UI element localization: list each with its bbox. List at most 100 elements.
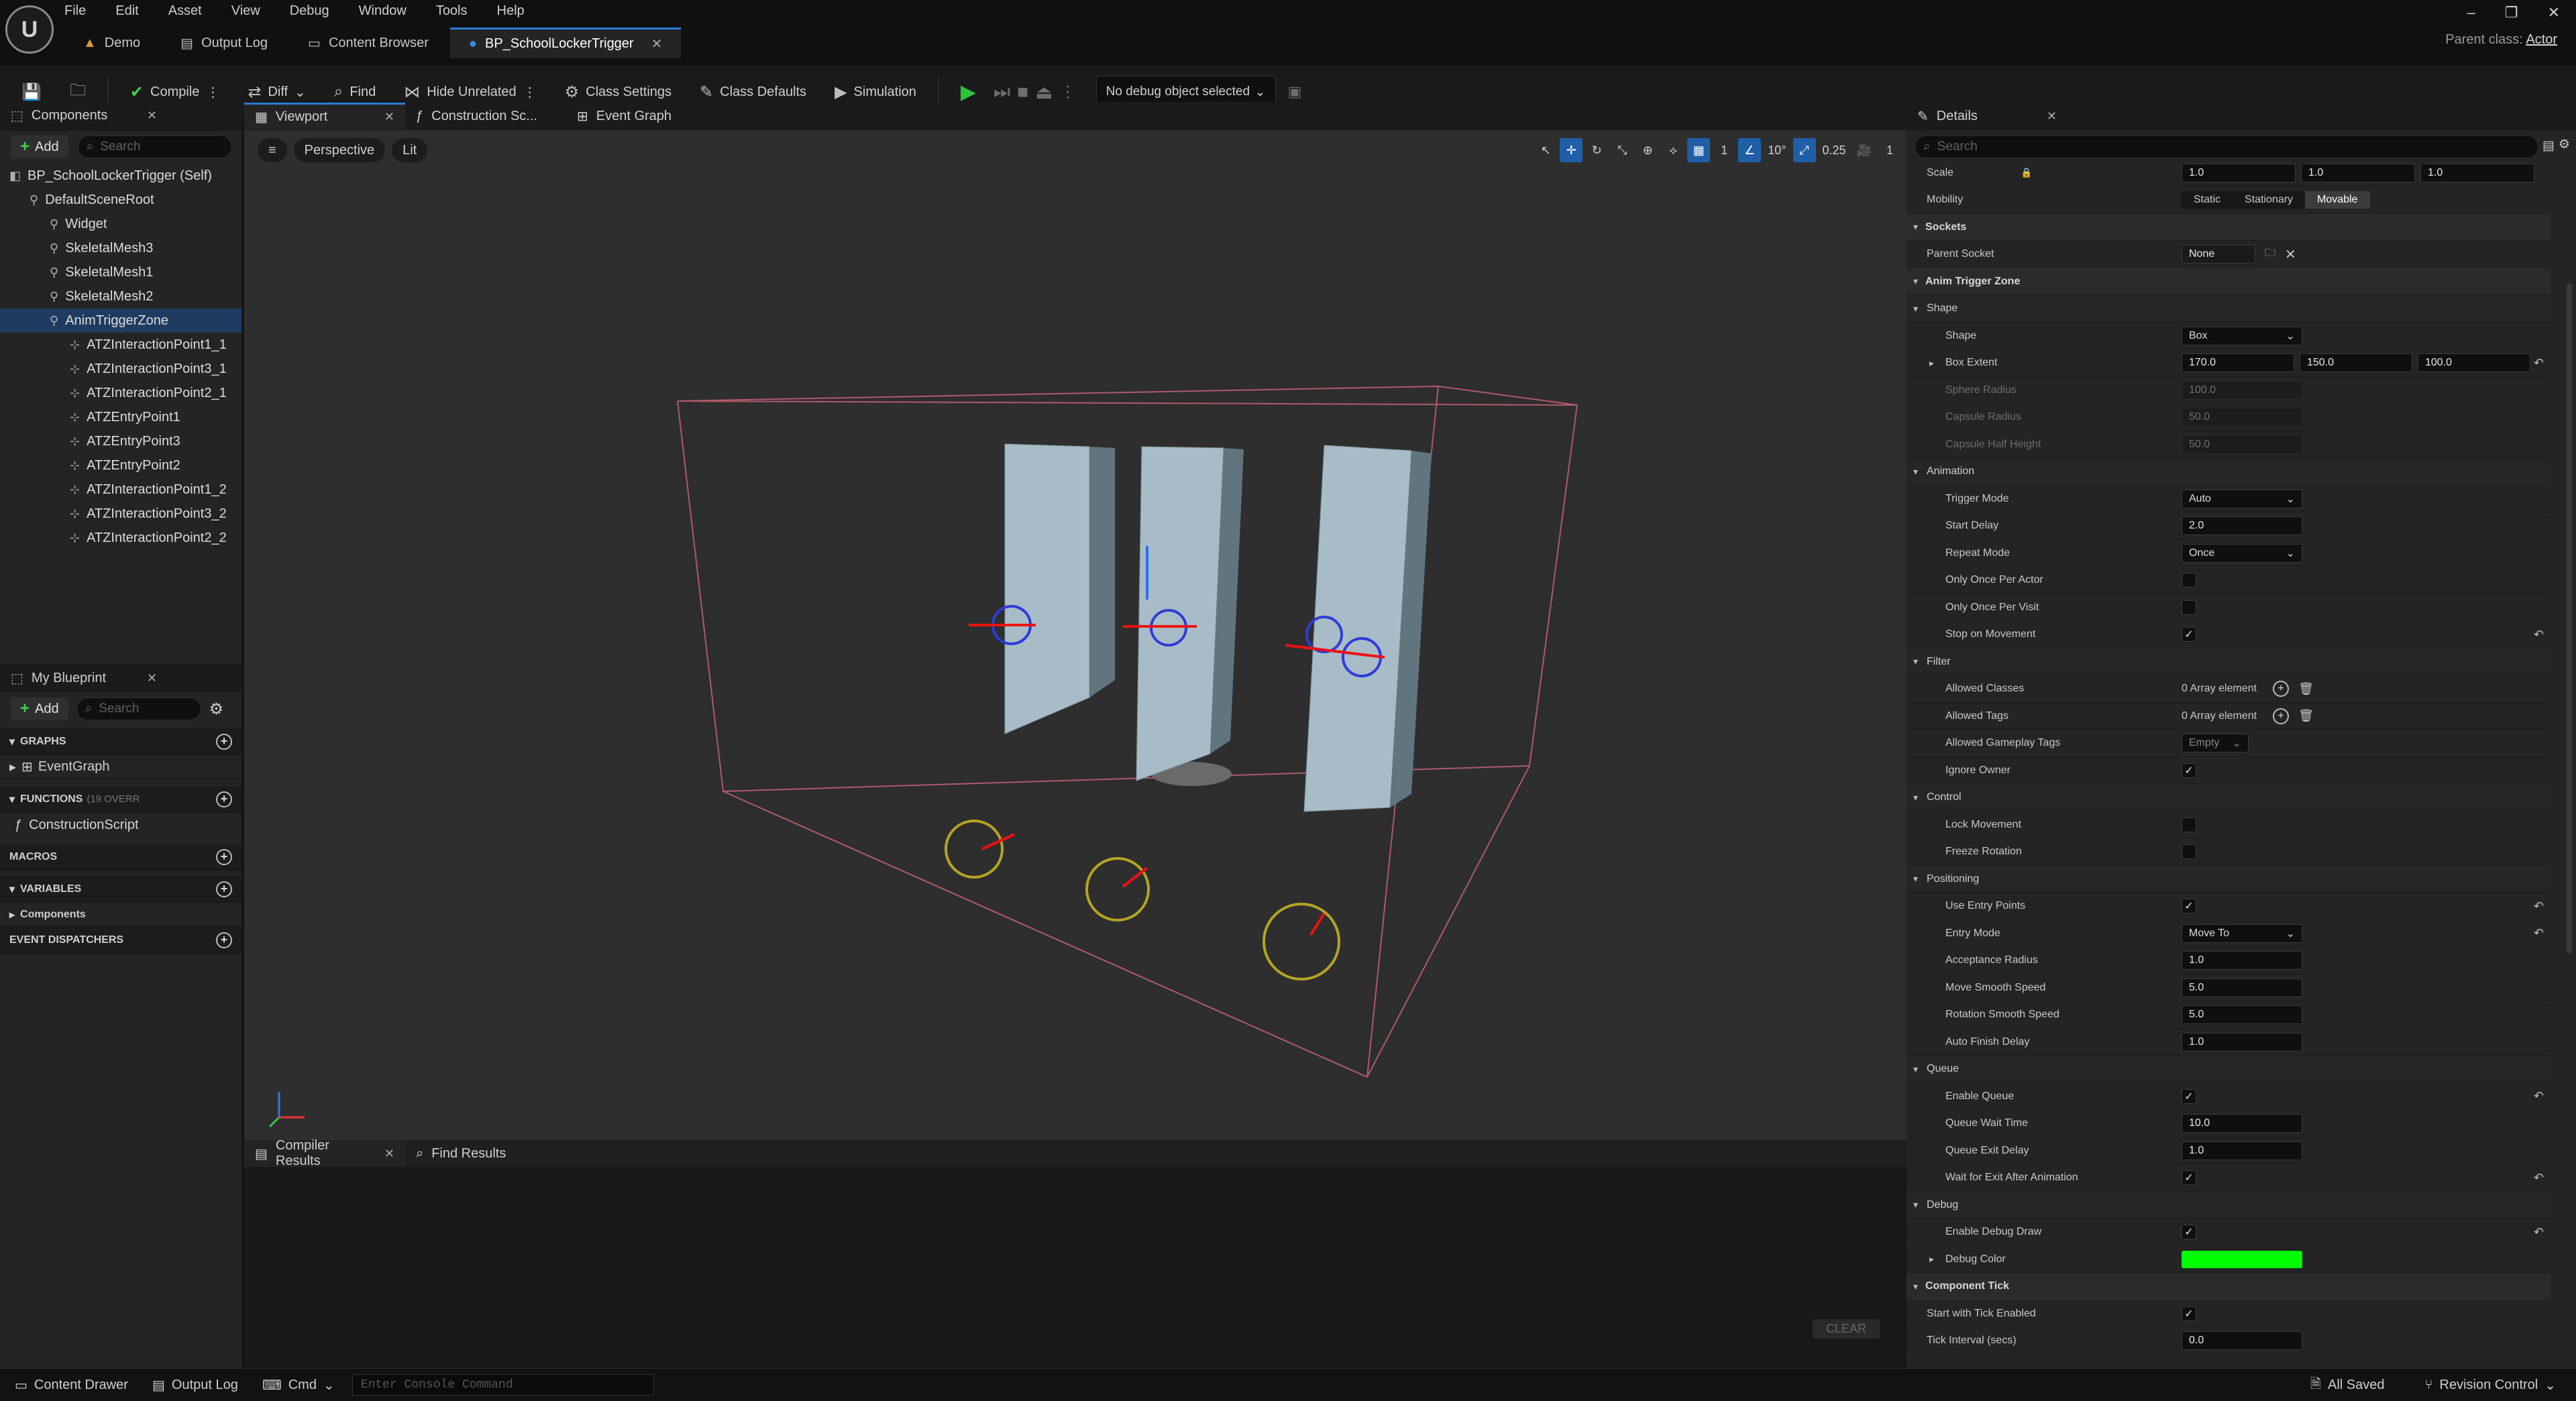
- rotation-snap-value[interactable]: 10°: [1764, 138, 1790, 162]
- debug-browse-icon[interactable]: ▣: [1288, 83, 1302, 101]
- tab-event-graph[interactable]: ⊞ Event Graph: [566, 103, 714, 129]
- enable-queue-row[interactable]: Enable Queue ✓ ↶: [1907, 1083, 2551, 1110]
- add-macro-icon[interactable]: +: [216, 848, 232, 865]
- enable-debug-draw-row[interactable]: Enable Debug Draw ✓ ↶: [1907, 1219, 2551, 1246]
- queue-wait-time-input[interactable]: 10.0: [2182, 1114, 2302, 1133]
- close-icon[interactable]: ✕: [384, 1147, 394, 1161]
- start-delay-input[interactable]: 2.0: [2182, 516, 2302, 535]
- viewport[interactable]: ≡ Perspective Lit ↖ ✛ ↻ ⤡ ⊕ ⟡ ▦ 1 ∠ 10° …: [244, 130, 1907, 1140]
- add-graph-icon[interactable]: +: [216, 733, 232, 750]
- lock-movement-checkbox[interactable]: [2182, 817, 2196, 832]
- scale-y-input[interactable]: 1.0: [2301, 164, 2415, 182]
- freeze-rotation-checkbox[interactable]: [2182, 844, 2196, 859]
- functions-section[interactable]: ▾ FUNCTIONS (19 OVERR +: [0, 786, 241, 813]
- scale-icon[interactable]: ⤡: [1611, 138, 1633, 162]
- surface-snap-icon[interactable]: ⟡: [1662, 138, 1684, 162]
- chevron-down-icon[interactable]: ▾: [1913, 466, 1918, 478]
- stop-on-movement-checkbox[interactable]: ✓: [2182, 627, 2196, 642]
- add-function-icon[interactable]: +: [216, 791, 232, 807]
- animation-group[interactable]: ▾ Animation: [1907, 458, 2551, 486]
- only-once-per-visit-row[interactable]: Only Once Per Visit: [1907, 594, 2551, 621]
- component-tree-item[interactable]: ◧ BP_SchoolLockerTrigger (Self): [0, 164, 241, 188]
- output-log-button[interactable]: ▤ Output Log: [146, 1371, 245, 1398]
- grid-snap-icon[interactable]: ▦: [1687, 138, 1711, 162]
- move-smooth-speed-row[interactable]: Move Smooth Speed 5.0: [1907, 974, 2551, 1001]
- acceptance-radius-input[interactable]: 1.0: [2182, 951, 2302, 970]
- repeat-mode-row[interactable]: Repeat Mode Once ⌄: [1907, 540, 2551, 567]
- box-extent-z-input[interactable]: 100.0: [2418, 353, 2530, 372]
- enable-debug-draw-checkbox[interactable]: ✓: [2182, 1225, 2196, 1239]
- lock-icon[interactable]: 🔒: [2021, 167, 2032, 178]
- step-icon[interactable]: ⏭: [994, 81, 1010, 103]
- construction-script-item[interactable]: ƒ ConstructionScript: [0, 813, 241, 837]
- wait-for-exit-checkbox[interactable]: ✓: [2182, 1170, 2196, 1185]
- close-icon[interactable]: ✕: [384, 110, 394, 124]
- tab-content-browser[interactable]: ▭ Content Browser: [289, 27, 447, 58]
- reset-to-default-icon[interactable]: ↶: [2534, 926, 2544, 940]
- component-tree-item[interactable]: ⚲ SkeletalMesh1: [0, 260, 241, 284]
- eject-icon[interactable]: ⏏: [1035, 81, 1053, 103]
- tick-interval-input[interactable]: 0.0: [2182, 1331, 2302, 1350]
- start-delay-row[interactable]: Start Delay 2.0: [1907, 513, 2551, 540]
- component-tree-item[interactable]: ⊹ ATZEntryPoint2: [0, 453, 241, 478]
- scale-x-input[interactable]: 1.0: [2182, 164, 2296, 182]
- viewport-menu-button[interactable]: ≡: [258, 138, 287, 162]
- clear-icon[interactable]: ✕: [2285, 246, 2296, 263]
- translate-icon[interactable]: ✛: [1560, 138, 1583, 162]
- start-with-tick-checkbox[interactable]: ✓: [2182, 1306, 2196, 1321]
- chevron-down-icon[interactable]: ▾: [1913, 221, 1918, 233]
- parent-class-link[interactable]: Actor: [2526, 32, 2557, 47]
- add-element-icon[interactable]: +: [2273, 681, 2290, 697]
- reset-to-default-icon[interactable]: ↶: [2534, 1225, 2544, 1239]
- event-dispatchers-section[interactable]: EVENT DISPATCHERS +: [0, 927, 241, 954]
- revision-control-button[interactable]: ⑂ Revision Control ⌄: [2418, 1372, 2563, 1399]
- gear-icon[interactable]: ⚙: [209, 699, 224, 719]
- sockets-section[interactable]: ▾ Sockets: [1907, 214, 2551, 241]
- use-entry-points-checkbox[interactable]: ✓: [2182, 899, 2196, 913]
- component-tree-item[interactable]: ⚲ SkeletalMesh2: [0, 284, 241, 309]
- lit-button[interactable]: Lit: [392, 138, 428, 162]
- trash-icon[interactable]: 🗑: [2298, 709, 2314, 723]
- sphere-radius-input[interactable]: 100.0: [2182, 380, 2302, 400]
- add-element-icon[interactable]: +: [2273, 708, 2290, 724]
- only-once-per-visit-checkbox[interactable]: [2182, 600, 2196, 615]
- content-drawer-button[interactable]: ▭ Content Drawer: [8, 1371, 135, 1398]
- move-smooth-speed-input[interactable]: 5.0: [2182, 978, 2302, 997]
- clear-button[interactable]: CLEAR: [1812, 1319, 1880, 1339]
- queue-exit-delay-input[interactable]: 1.0: [2182, 1141, 2302, 1160]
- event-graph-item[interactable]: ▸ ⊞ EventGraph: [0, 755, 241, 779]
- ignore-owner-row[interactable]: Ignore Owner ✓: [1907, 757, 2551, 784]
- chevron-down-icon[interactable]: ▾: [1913, 792, 1918, 803]
- perspective-button[interactable]: Perspective: [293, 138, 386, 162]
- menu-window[interactable]: Window: [359, 2, 407, 20]
- repeat-mode-dropdown[interactable]: Once ⌄: [2182, 543, 2302, 563]
- parent-socket-value[interactable]: None: [2182, 245, 2255, 264]
- scale-row[interactable]: Scale 1.0 1.0 1.0 🔒: [1907, 164, 2551, 186]
- debug-color-swatch[interactable]: [2182, 1250, 2302, 1268]
- mobility-option-stationary[interactable]: Stationary: [2233, 191, 2305, 209]
- browse-socket-icon[interactable]: 🗀: [2265, 245, 2275, 264]
- menu-debug[interactable]: Debug: [290, 2, 329, 20]
- trigger-mode-dropdown[interactable]: Auto ⌄: [2182, 489, 2302, 508]
- component-tree-item[interactable]: ⚲ AnimTriggerZone: [0, 309, 241, 333]
- unreal-logo-icon[interactable]: U: [5, 5, 54, 54]
- reset-to-default-icon[interactable]: ↶: [2534, 899, 2544, 913]
- components-search-input[interactable]: ⌕ Search: [77, 135, 232, 158]
- acceptance-radius-row[interactable]: Acceptance Radius 1.0: [1907, 948, 2551, 974]
- anim-trigger-zone-section[interactable]: ▾ Anim Trigger Zone: [1907, 268, 2551, 295]
- queue-exit-delay-row[interactable]: Queue Exit Delay 1.0: [1907, 1137, 2551, 1164]
- add-dispatcher-icon[interactable]: +: [216, 932, 232, 948]
- component-tree-item[interactable]: ⊹ ATZInteractionPoint1_1: [0, 333, 241, 357]
- capsule-radius-row[interactable]: Capsule Radius 50.0: [1907, 404, 2551, 431]
- menu-tools[interactable]: Tools: [436, 2, 468, 20]
- tab-viewport[interactable]: ▦ Viewport ✕: [244, 103, 405, 129]
- capsule-radius-input[interactable]: 50.0: [2182, 408, 2302, 427]
- debug-color-row[interactable]: Debug Color ▸: [1907, 1246, 2551, 1273]
- chevron-down-icon[interactable]: ▾: [1913, 656, 1918, 667]
- more-icon[interactable]: ⋮: [1060, 82, 1076, 102]
- details-scrollbar[interactable]: [2567, 283, 2572, 954]
- mobility-option-movable[interactable]: Movable: [2305, 191, 2370, 209]
- more-icon[interactable]: ⋮: [523, 84, 537, 101]
- allowed-gameplay-tags-dropdown[interactable]: Empty ⌄: [2182, 734, 2249, 752]
- auto-finish-delay-row[interactable]: Auto Finish Delay 1.0: [1907, 1029, 2551, 1056]
